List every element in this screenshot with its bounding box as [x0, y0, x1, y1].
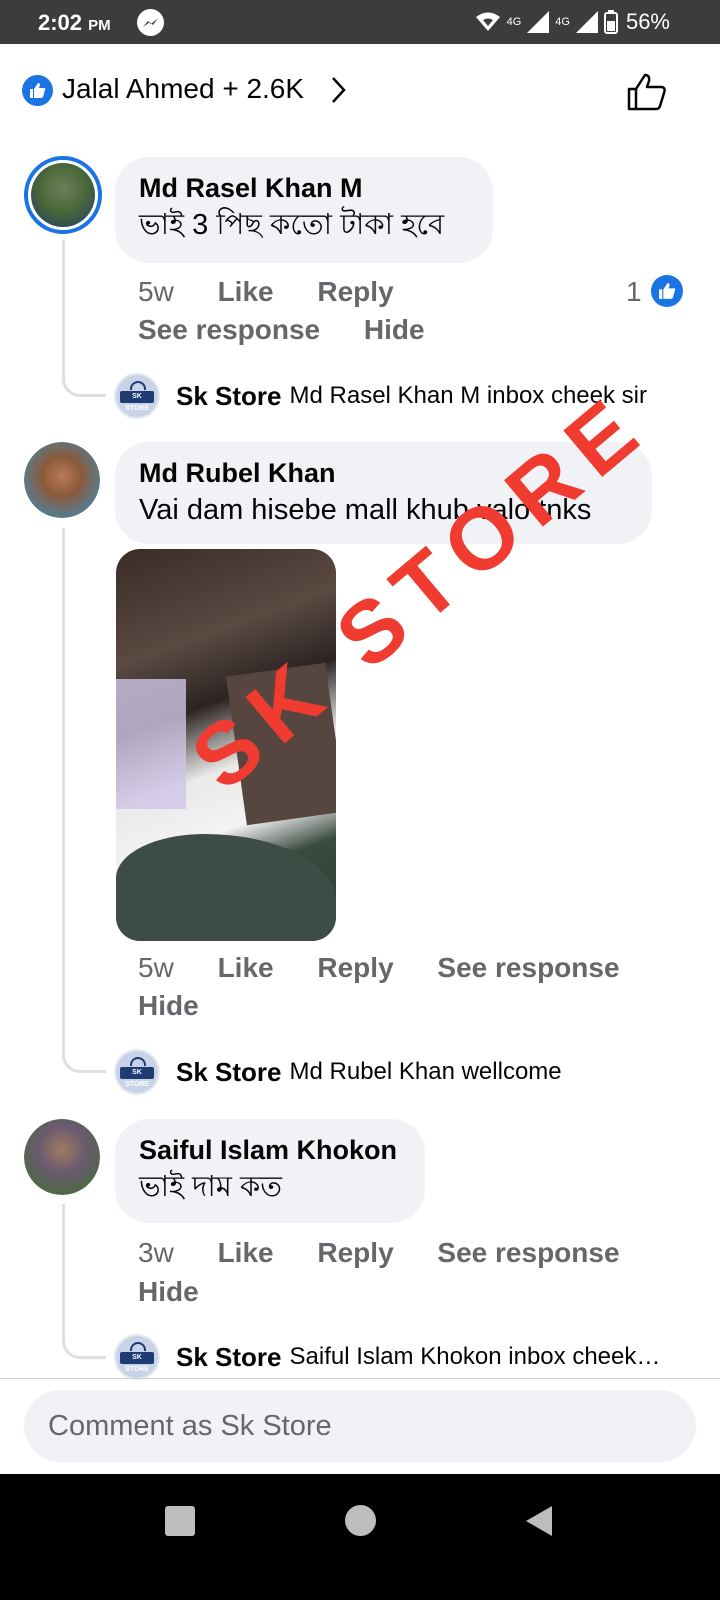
- comment-bubble[interactable]: Md Rasel Khan M ভাই 3 পিছ কতো টাকা হবে: [115, 157, 493, 263]
- reply-button[interactable]: Reply: [317, 952, 393, 983]
- store-avatar[interactable]: SK STORE: [114, 1334, 160, 1380]
- status-icons: 4G 4G 56%: [475, 9, 670, 35]
- store-avatar[interactable]: SK STORE: [114, 373, 160, 419]
- see-response-button[interactable]: See response: [437, 1237, 619, 1268]
- battery-percent: 56%: [625, 9, 670, 34]
- network-2-label: 4G: [555, 16, 570, 28]
- avatar[interactable]: [24, 442, 100, 518]
- hide-button[interactable]: Hide: [364, 314, 425, 345]
- hide-button[interactable]: Hide: [138, 990, 199, 1021]
- reply-text: Md Rubel Khan wellcome: [289, 1058, 562, 1085]
- home-button[interactable]: [345, 1505, 376, 1536]
- comment-input[interactable]: [24, 1390, 696, 1462]
- reactors-link[interactable]: Jalal Ahmed + 2.6K: [62, 73, 304, 105]
- signal-2-icon: [575, 11, 598, 33]
- comment-age: 5w: [138, 952, 174, 983]
- reply-preview[interactable]: SK STORE Sk Store Md Rubel Khan wellcome: [114, 1048, 674, 1096]
- status-bar: 2:02 PM 4G 4G 56%: [0, 0, 720, 44]
- comment-actions: 5w Like Reply: [138, 276, 394, 308]
- back-button[interactable]: [524, 1504, 554, 1538]
- like-badge-icon: [651, 275, 683, 307]
- recents-button[interactable]: [165, 1506, 195, 1536]
- messenger-notification-icon: [137, 9, 164, 36]
- like-button[interactable]: Like: [218, 952, 274, 983]
- store-logo-icon: [130, 381, 146, 390]
- thread-line: [62, 1204, 106, 1359]
- store-logo-icon: [130, 1342, 146, 1351]
- reply-button[interactable]: Reply: [317, 1237, 393, 1268]
- see-response-button[interactable]: See response: [437, 952, 619, 983]
- like-count[interactable]: 1: [626, 276, 642, 308]
- comment-author[interactable]: Md Rasel Khan M: [139, 171, 469, 205]
- avatar[interactable]: [24, 156, 102, 234]
- store-logo-icon: [130, 1057, 146, 1066]
- reply-text: Saiful Islam Khokon inbox cheek…: [289, 1343, 661, 1370]
- comment-text: ভাই 3 পিছ কতো টাকা হবে: [139, 209, 445, 241]
- reactions-header: Jalal Ahmed + 2.6K: [0, 44, 720, 140]
- comment-actions: 3w Like Reply See response: [138, 1237, 620, 1269]
- comment-age: 3w: [138, 1237, 174, 1268]
- network-1-label: 4G: [506, 16, 522, 28]
- battery-icon: [603, 10, 618, 34]
- comment-actions-2: Hide: [138, 1276, 199, 1308]
- composer-divider: [0, 1378, 720, 1379]
- like-button[interactable]: Like: [218, 1237, 274, 1268]
- like-reaction-icon: [22, 75, 53, 106]
- thumbs-up-outline-icon[interactable]: [626, 72, 668, 112]
- thread-line: [62, 528, 106, 1073]
- comment-author[interactable]: Saiful Islam Khokon: [139, 1133, 401, 1167]
- reply-author[interactable]: Sk Store: [176, 1342, 282, 1373]
- thread-line: [62, 240, 106, 397]
- comment-age: 5w: [138, 276, 174, 307]
- reply-author[interactable]: Sk Store: [176, 381, 282, 412]
- signal-1-icon: [527, 11, 550, 33]
- reply-preview[interactable]: SK STORE Sk Store Saiful Islam Khokon in…: [114, 1333, 674, 1381]
- see-response-button[interactable]: See response: [138, 314, 320, 345]
- comment-composer[interactable]: [24, 1390, 696, 1462]
- status-time: 2:02 PM: [38, 10, 111, 35]
- reply-author[interactable]: Sk Store: [176, 1057, 282, 1088]
- comment-actions: 5w Like Reply See response: [138, 952, 620, 984]
- chevron-right-icon[interactable]: [330, 76, 346, 104]
- avatar[interactable]: [24, 1119, 100, 1195]
- photo-detail: [116, 834, 336, 941]
- store-avatar[interactable]: SK STORE: [114, 1049, 160, 1095]
- comment-bubble[interactable]: Saiful Islam Khokon ভাই দাম কত: [115, 1119, 425, 1223]
- comment-actions-2: Hide: [138, 990, 199, 1022]
- like-button[interactable]: Like: [218, 276, 274, 307]
- reply-button[interactable]: Reply: [317, 276, 393, 307]
- system-nav-bar: [0, 1474, 720, 1600]
- hide-button[interactable]: Hide: [138, 1276, 199, 1307]
- comment-text: ভাই দাম কত: [139, 1171, 283, 1203]
- wifi-icon: [475, 12, 500, 31]
- photo-detail: [116, 679, 186, 809]
- comment-actions-2: See response Hide: [138, 314, 425, 346]
